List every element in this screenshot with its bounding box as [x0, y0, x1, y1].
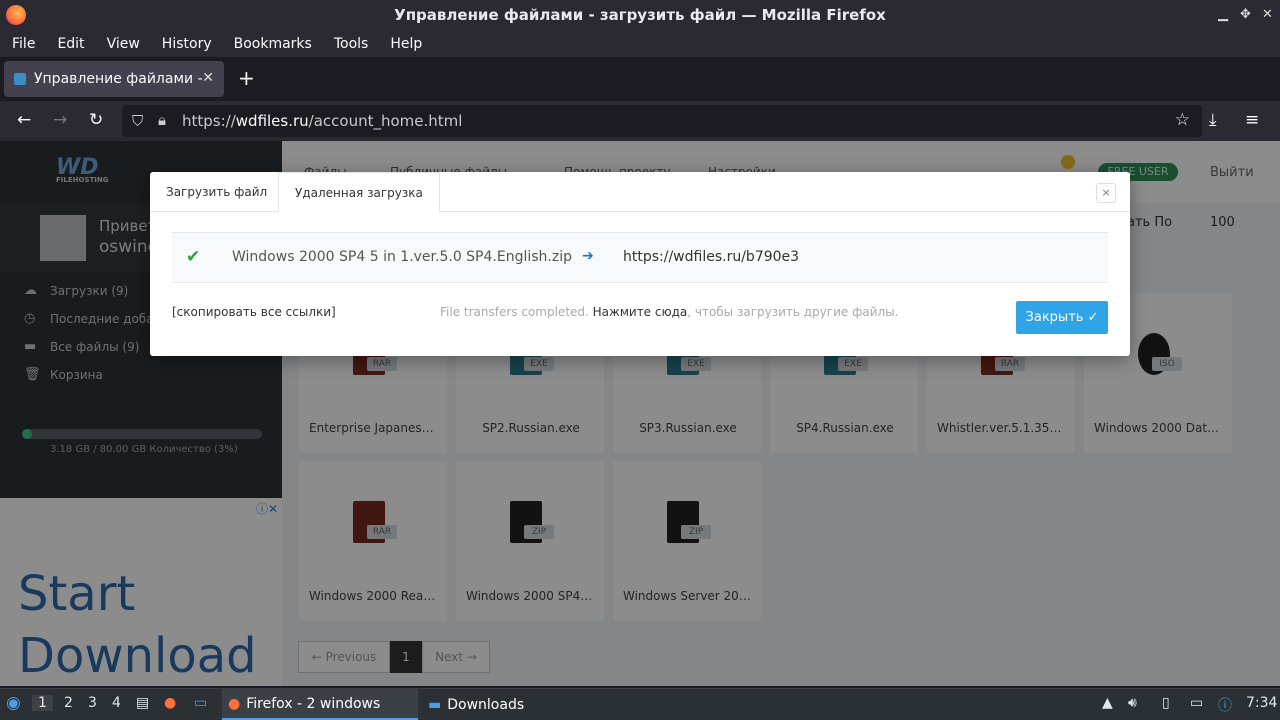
- clock: 7:34: [1246, 695, 1278, 711]
- maximize-icon[interactable]: ✥: [1240, 7, 1251, 22]
- url-domain: wdfiles.ru: [235, 112, 309, 130]
- arrow-right-icon: ➔: [582, 248, 594, 264]
- transfer-status: File transfers completed. Нажмите сюда, …: [440, 305, 899, 319]
- uploaded-file-row: ✔ Windows 2000 SP4 5 in 1.ver.5.0 SP4.En…: [172, 232, 1108, 283]
- file-download-link[interactable]: https://wdfiles.ru/b790e3: [623, 249, 799, 265]
- hamburger-menu-icon[interactable]: ≡: [1245, 110, 1259, 130]
- url-bar[interactable]: ⛉ 🔒︎ https://wdfiles.ru/account_home.htm…: [122, 105, 1202, 137]
- workspace-1[interactable]: 1: [32, 695, 53, 711]
- forward-icon[interactable]: →: [53, 110, 67, 130]
- tab-strip: Управление файлами - ✕ +: [0, 57, 1280, 101]
- bookmark-star-icon[interactable]: ☆: [1175, 110, 1190, 130]
- url-prefix: https://: [182, 112, 236, 130]
- close-modal-icon[interactable]: ×: [1096, 183, 1116, 203]
- close-tab-icon[interactable]: ✕: [202, 70, 214, 86]
- task-downloads[interactable]: ▬ Downloads: [422, 689, 602, 720]
- upload-more-link[interactable]: Нажмите сюда: [593, 305, 688, 319]
- uploaded-file-name: Windows 2000 SP4 5 in 1.ver.5.0 SP4.Engl…: [232, 249, 572, 265]
- modal-tabs: Загрузить файл Удаленная загрузка: [150, 172, 1130, 212]
- folder-task-icon: ▬: [428, 696, 442, 713]
- desktop-icon[interactable]: ▭: [194, 695, 207, 711]
- clipboard-icon[interactable]: ▯: [1162, 695, 1170, 711]
- notification-icon[interactable]: ⓘ: [1218, 695, 1232, 715]
- navigation-bar: ← → ↻ ⛉ 🔒︎ https://wdfiles.ru/account_ho…: [0, 101, 1280, 141]
- shield-icon[interactable]: ⛉: [132, 112, 143, 130]
- tab-upload-file[interactable]: Загрузить файл: [150, 172, 283, 212]
- start-menu-icon[interactable]: ◉: [6, 693, 21, 713]
- browser-tab[interactable]: Управление файлами - ✕: [4, 61, 224, 97]
- downloads-icon[interactable]: ⤓: [1209, 110, 1217, 130]
- workspace-3[interactable]: 3: [88, 695, 97, 711]
- new-tab-icon[interactable]: +: [238, 66, 255, 90]
- task-firefox[interactable]: ● Firefox - 2 windows: [222, 689, 418, 720]
- firefox-launcher-icon[interactable]: ●: [164, 695, 176, 711]
- workspace-2[interactable]: 2: [64, 695, 73, 711]
- upload-modal: Загрузить файл Удаленная загрузка × ✔ Wi…: [150, 172, 1130, 356]
- tab-remote-upload[interactable]: Удаленная загрузка: [278, 172, 440, 212]
- menu-help[interactable]: Help: [382, 36, 430, 52]
- system-taskbar: ◉ 1 2 3 4 ▤ ● ▭ ● Firefox - 2 windows ▬ Do…: [0, 688, 1280, 720]
- display-icon[interactable]: ▭: [1190, 695, 1203, 711]
- check-icon: ✔: [186, 247, 201, 267]
- menu-view[interactable]: View: [99, 36, 148, 52]
- volume-icon[interactable]: 🔊︎: [1128, 695, 1137, 711]
- firefox-task-icon: ●: [228, 695, 241, 712]
- close-button[interactable]: Закрыть ✓: [1016, 301, 1108, 334]
- file-manager-icon[interactable]: ▤: [136, 695, 149, 711]
- close-window-icon[interactable]: ✕: [1262, 7, 1273, 22]
- menu-bookmarks[interactable]: Bookmarks: [226, 36, 320, 52]
- reload-icon[interactable]: ↻: [89, 110, 103, 130]
- menu-bar: File Edit View History Bookmarks Tools H…: [0, 30, 1280, 57]
- lock-icon[interactable]: 🔒︎: [158, 111, 166, 129]
- site-favicon-icon: [14, 73, 26, 85]
- menu-tools[interactable]: Tools: [326, 36, 377, 52]
- tray-up-icon[interactable]: ▲: [1102, 695, 1113, 711]
- firefox-logo-icon: [6, 5, 26, 25]
- url-path: /account_home.html: [308, 112, 463, 130]
- window-titlebar: Управление файлами - загрузить файл — Mo…: [0, 0, 1280, 30]
- copy-all-links[interactable]: [скопировать все ссылки]: [172, 305, 336, 319]
- window-title: Управление файлами - загрузить файл — Mo…: [394, 6, 886, 24]
- tab-title: Управление файлами -: [34, 71, 203, 87]
- menu-history[interactable]: History: [154, 36, 220, 52]
- back-icon[interactable]: ←: [17, 110, 31, 130]
- minimize-icon[interactable]: ▁: [1218, 7, 1228, 22]
- menu-file[interactable]: File: [4, 36, 43, 52]
- menu-edit[interactable]: Edit: [49, 36, 92, 52]
- workspace-4[interactable]: 4: [112, 695, 121, 711]
